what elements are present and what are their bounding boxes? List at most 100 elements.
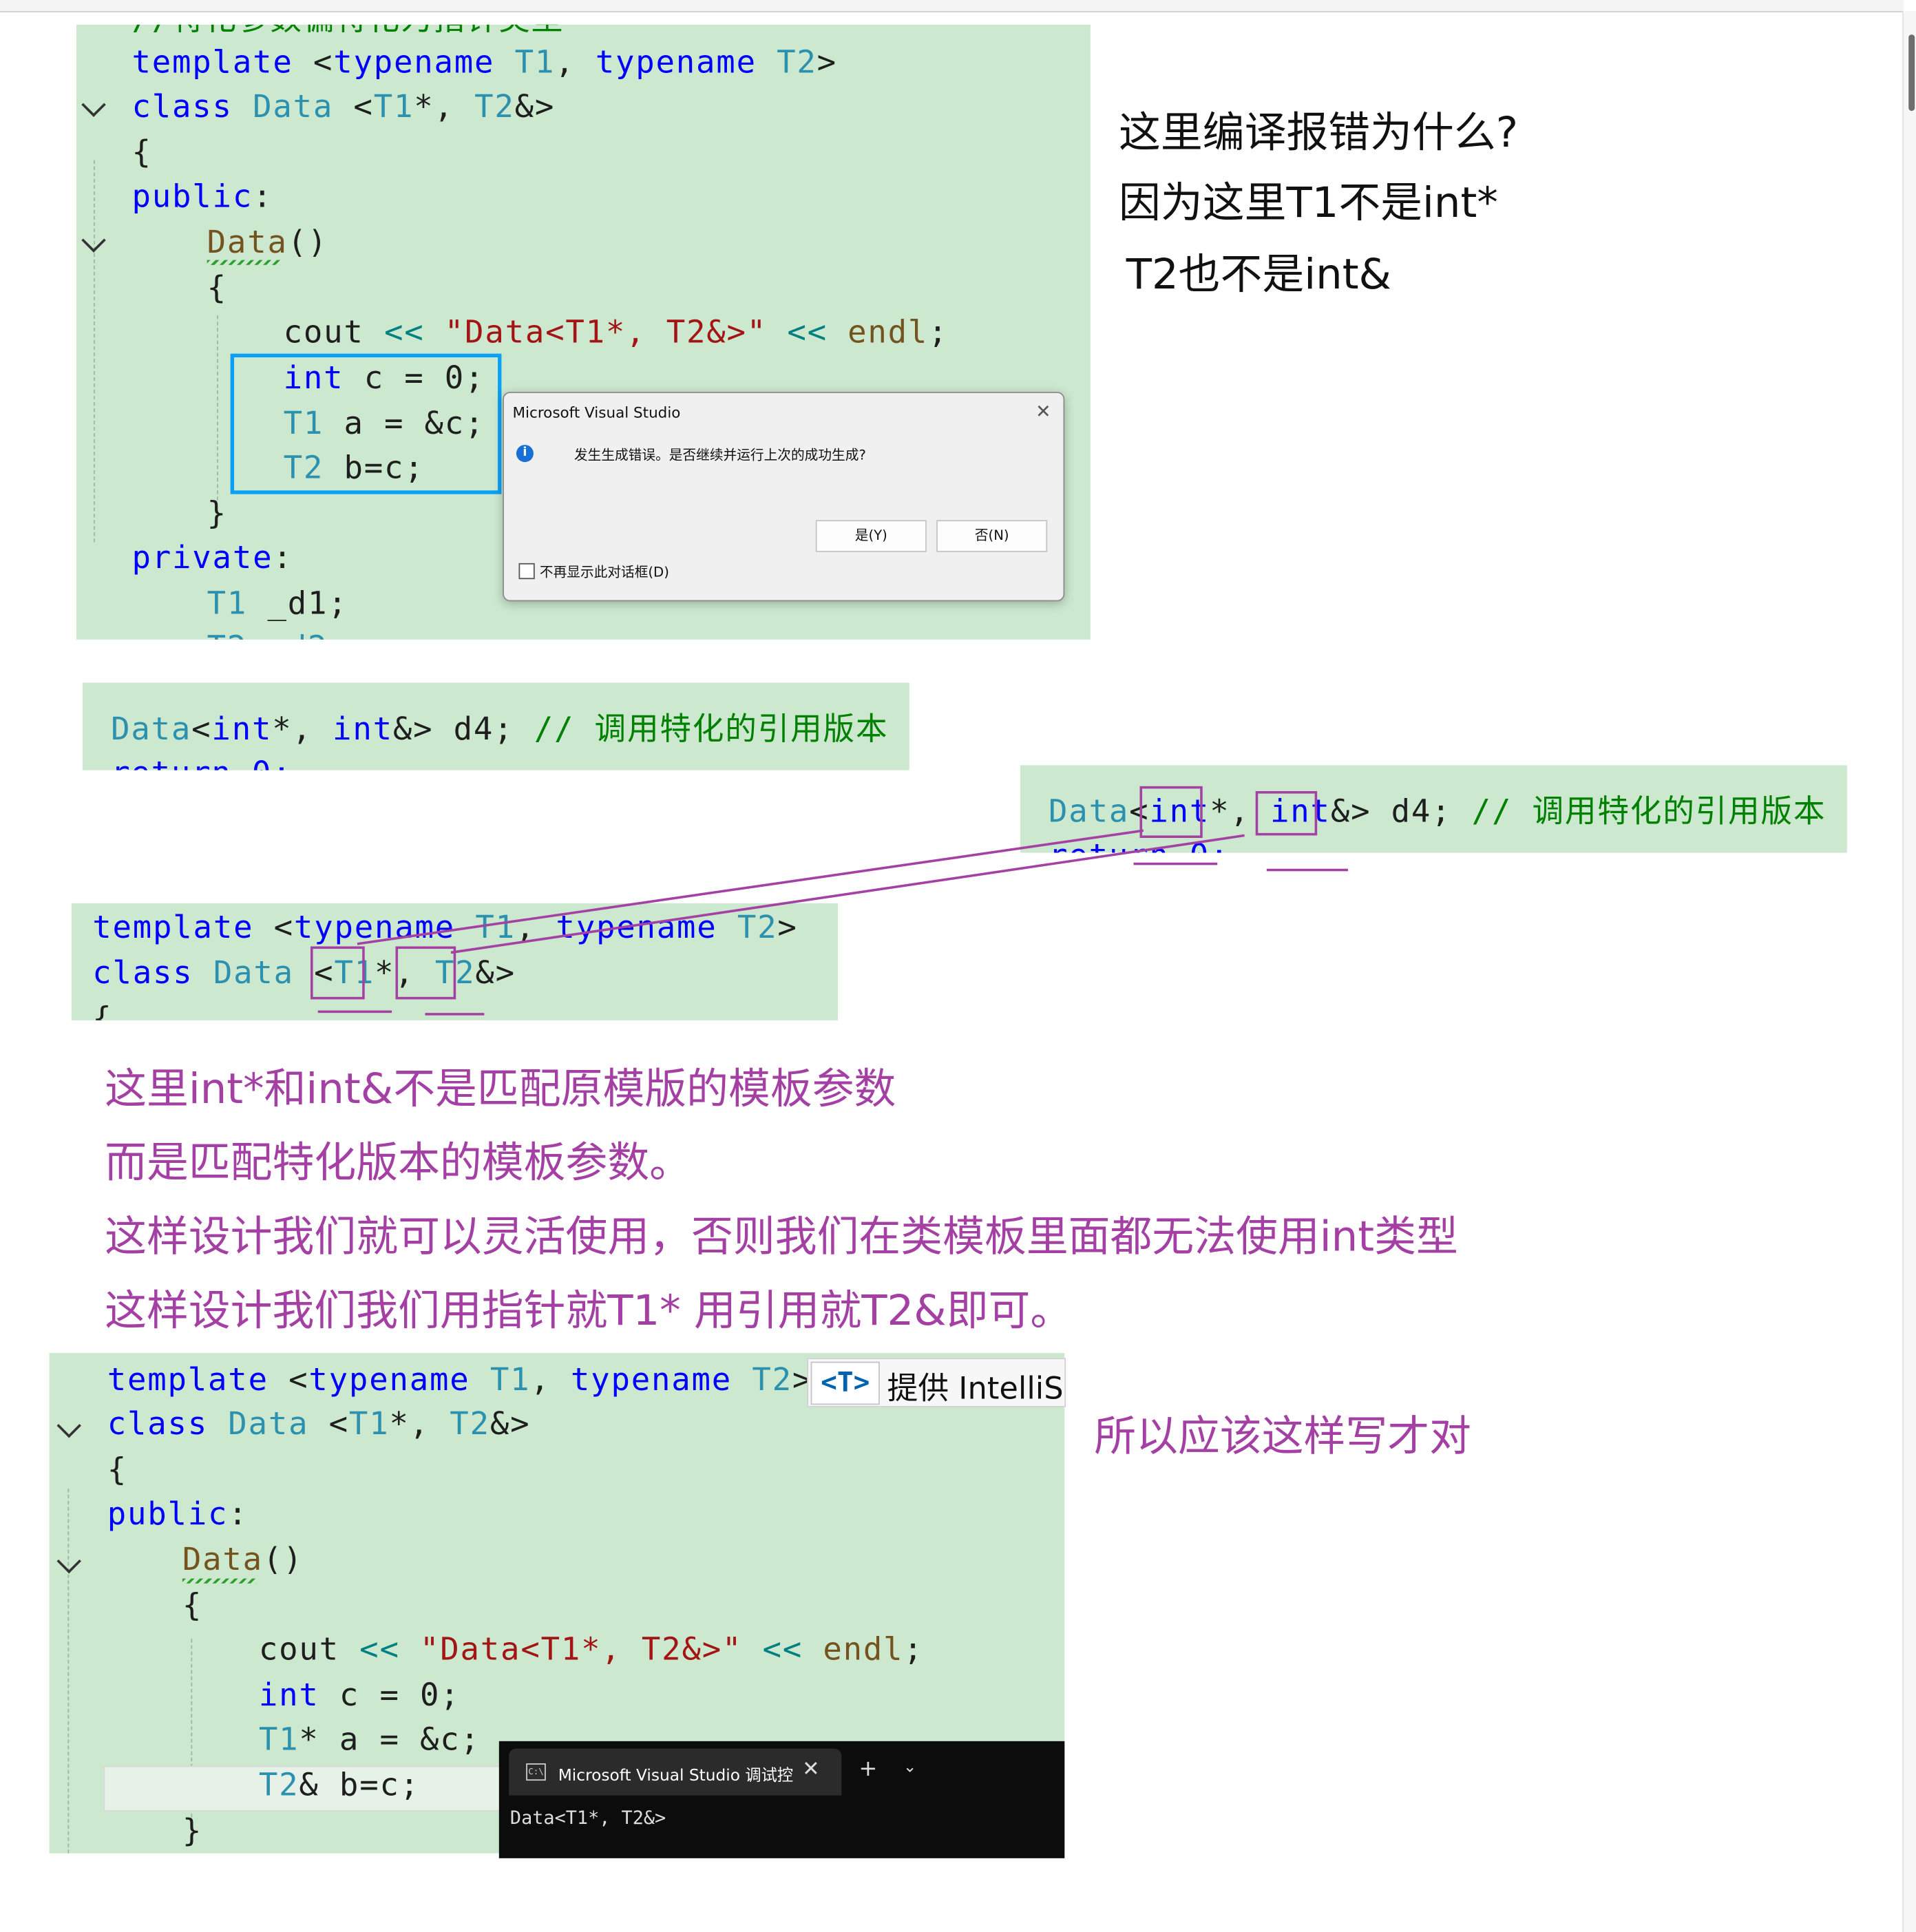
- template-tag-icon: <T>: [810, 1361, 880, 1405]
- new-tab-icon[interactable]: +: [859, 1756, 877, 1782]
- code-text: {: [131, 134, 152, 171]
- type-name: T1: [348, 1406, 390, 1443]
- code-text: &> d4;: [392, 711, 534, 748]
- annotation-box: [310, 946, 365, 1000]
- keyword: typename: [595, 44, 757, 82]
- code-line: private:: [131, 536, 293, 582]
- fold-chevron-icon[interactable]: [81, 228, 106, 253]
- type-name: T1: [258, 1721, 299, 1758]
- note-line: 这里编译报错为什么?: [1119, 108, 1518, 158]
- intellisense-popup[interactable]: <T> 提供 IntelliS: [807, 1358, 1066, 1407]
- keyword: typename: [570, 1361, 733, 1399]
- code-text: &>: [489, 1406, 531, 1443]
- code-text: :: [273, 539, 293, 577]
- code-text: &>: [514, 88, 556, 126]
- explanation-line: 这样设计我们就可以灵活使用，否则我们在类模板里面都无法使用int类型: [105, 1212, 1458, 1262]
- type-name: Data: [193, 955, 294, 992]
- type-name: Data: [1049, 793, 1130, 831]
- code-line: {: [107, 1448, 127, 1493]
- code-line: Data(): [182, 1538, 304, 1584]
- keyword: class: [107, 1406, 209, 1443]
- code-text: :: [253, 178, 273, 216]
- close-icon[interactable]: ✕: [1035, 401, 1051, 423]
- explanation-line: 而是匹配特化版本的模板参数。: [105, 1138, 692, 1188]
- type-name: T2: [474, 88, 515, 126]
- type-name: T2: [756, 44, 817, 82]
- dialog-message: 发生生成错误。是否继续并运行上次的成功生成?: [574, 447, 866, 463]
- vertical-scrollbar[interactable]: [1902, 11, 1916, 1932]
- code-line: Data<int*, int&> d4; // 调用特化的引用版本: [111, 707, 888, 753]
- code-text: & b=c;: [299, 1767, 421, 1805]
- scrollbar-thumb[interactable]: [1908, 34, 1915, 112]
- keyword: public: [131, 178, 253, 216]
- code-comment: // 调用特化的引用版本: [534, 711, 889, 748]
- code-text: ,: [530, 1361, 571, 1399]
- code-line: template <typename T1, typename T2>: [92, 905, 797, 951]
- code-line: cout << "Data<T1*, T2&>" << endl;: [284, 311, 949, 356]
- dialog-title: Microsoft Visual Studio: [512, 404, 681, 422]
- dont-show-label: 不再显示此对话框(D): [539, 564, 669, 580]
- code-text: >: [817, 44, 837, 82]
- function-name: endl: [827, 314, 929, 352]
- keyword: int: [258, 1677, 319, 1714]
- code-line-clipped: T2 _d2;: [207, 626, 348, 640]
- keyword: return 0;: [1049, 838, 1230, 852]
- code-comment: //特化参数偏特化为指针类型: [131, 25, 564, 39]
- code-text: :: [228, 1495, 249, 1533]
- code-text: {: [107, 1451, 127, 1489]
- terminal-tab-title: Microsoft Visual Studio 调试控: [558, 1767, 794, 1786]
- code-text: ,: [555, 44, 596, 82]
- indent-guide: [94, 160, 95, 543]
- type-name: T1: [494, 44, 556, 82]
- operator: <<: [742, 1631, 803, 1669]
- explanation-line: 这样设计我们我们用指针就T1* 用引用就T2&即可。: [105, 1286, 1073, 1336]
- info-icon: i: [516, 445, 534, 463]
- type-name: T2: [732, 1361, 792, 1399]
- code-text: cout: [258, 1631, 360, 1669]
- annotation-box: [1255, 790, 1318, 836]
- keyword: int: [333, 711, 393, 748]
- note-line: T2也不是int&: [1126, 250, 1392, 300]
- fold-chevron-icon[interactable]: [56, 1548, 81, 1574]
- no-button[interactable]: 否(N): [936, 520, 1048, 552]
- code-text: }: [182, 1812, 203, 1850]
- keyword: class: [92, 955, 193, 992]
- code-text: <: [308, 1406, 349, 1443]
- code-line: T2& b=c;: [259, 1763, 420, 1809]
- yes-button[interactable]: 是(Y): [815, 520, 927, 552]
- code-snippet-usage: Data<int*, int&> d4; // 调用特化的引用版本 return…: [82, 682, 909, 770]
- close-icon[interactable]: ✕: [802, 1757, 820, 1782]
- terminal-tab[interactable]: C:\ Microsoft Visual Studio 调试控 ✕: [509, 1748, 842, 1796]
- dont-show-checkbox[interactable]: [518, 563, 535, 580]
- keyword: template: [107, 1361, 269, 1399]
- debug-console-window: C:\ Microsoft Visual Studio 调试控 ✕ + ⌄ Da…: [498, 1741, 1065, 1858]
- code-text: cout: [283, 314, 384, 352]
- code-line: }: [182, 1809, 202, 1853]
- chevron-down-icon[interactable]: ⌄: [903, 1758, 917, 1777]
- code-line: class Data <T1*, T2&>: [107, 1403, 531, 1448]
- code-text: ,: [515, 909, 556, 947]
- code-line: template <typename T1, typename T2>: [107, 1358, 812, 1403]
- fold-chevron-icon[interactable]: [56, 1413, 81, 1438]
- conclusion-note: 所以应该这样写才对: [1094, 1411, 1471, 1462]
- keyword: int: [211, 711, 273, 748]
- code-line: T1* a = &c;: [259, 1718, 481, 1763]
- annotation-underline: [1133, 862, 1218, 865]
- code-text: }: [207, 495, 227, 533]
- code-line: int c = 0;: [259, 1673, 461, 1719]
- code-line: public:: [131, 175, 273, 220]
- type-name: T1: [207, 585, 248, 622]
- fold-chevron-icon[interactable]: [81, 92, 106, 117]
- code-text: ;: [903, 1631, 924, 1669]
- annotation-underline: [317, 1010, 392, 1014]
- type-name: T2: [258, 1767, 299, 1805]
- annotation-box: [395, 946, 456, 1000]
- code-line: Data(): [207, 220, 328, 266]
- code-comment: // 调用特化的引用版本: [1471, 793, 1826, 831]
- keyword: typename: [308, 1361, 470, 1399]
- keyword: return 0;: [111, 755, 292, 770]
- code-text: *,: [414, 88, 475, 126]
- code-text: <: [333, 88, 374, 126]
- function-name: Data: [207, 224, 288, 262]
- type-name: T2: [717, 909, 778, 947]
